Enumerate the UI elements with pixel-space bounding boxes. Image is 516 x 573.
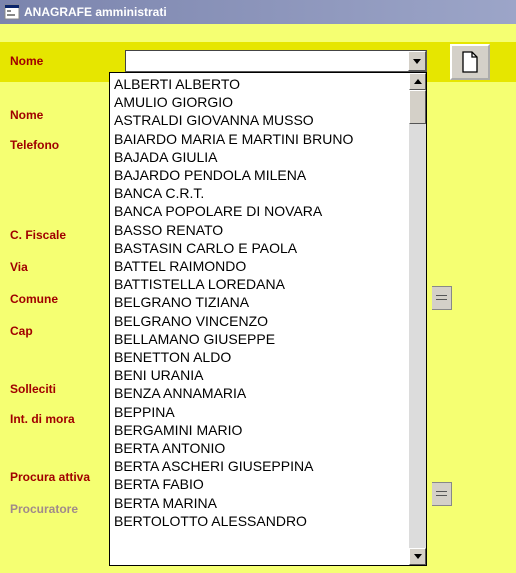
dropdown-item[interactable]: BATTEL RAIMONDO <box>114 257 409 275</box>
label-solleciti: Solleciti <box>10 382 56 396</box>
chevron-up-icon <box>414 79 422 84</box>
label-int-mora: Int. di mora <box>10 412 75 426</box>
dropdown-item[interactable]: BERTA FABIO <box>114 475 409 493</box>
dropdown-list-container: ALBERTI ALBERTOAMULIO GIORGIOASTRALDI GI… <box>110 73 409 565</box>
dropdown-item[interactable]: BATTISTELLA LOREDANA <box>114 275 409 293</box>
dropdown-item[interactable]: BERTOLOTTO ALESSANDRO <box>114 512 409 530</box>
dropdown-item[interactable]: BAJADA GIULIA <box>114 148 409 166</box>
dropdown-item[interactable]: BELGRANO VINCENZO <box>114 312 409 330</box>
scroll-down-button[interactable] <box>409 548 426 565</box>
dropdown-item[interactable]: BANCA C.R.T. <box>114 184 409 202</box>
label-cap: Cap <box>10 324 33 338</box>
document-icon <box>461 51 479 73</box>
dropdown-item[interactable]: BAIARDO MARIA E MARTINI BRUNO <box>114 130 409 148</box>
dropdown-item[interactable]: BASTASIN CARLO E PAOLA <box>114 239 409 257</box>
dropdown-item[interactable]: BEPPINA <box>114 403 409 421</box>
label-via: Via <box>10 260 28 274</box>
side-tab-2[interactable] <box>432 482 452 506</box>
form-icon <box>4 4 20 20</box>
chevron-down-icon <box>413 59 421 64</box>
dropdown-item[interactable]: BERTA ASCHERI GIUSEPPINA <box>114 457 409 475</box>
scroll-thumb[interactable] <box>409 90 426 124</box>
combobox-dropdown-button[interactable] <box>408 51 426 71</box>
dropdown-item[interactable]: BENI URANIA <box>114 366 409 384</box>
dropdown-item[interactable]: BELLAMANO GIUSEPPE <box>114 330 409 348</box>
label-comune: Comune <box>10 292 58 306</box>
scroll-up-button[interactable] <box>409 73 426 90</box>
new-record-button[interactable] <box>450 44 490 80</box>
dropdown-item[interactable]: BERTA MARINA <box>114 494 409 512</box>
label-nome: Nome <box>10 108 43 122</box>
window-title: ANAGRAFE amministrati <box>24 5 167 19</box>
label-cfiscale: C. Fiscale <box>10 228 66 242</box>
chevron-down-icon <box>414 554 422 559</box>
label-telefono: Telefono <box>10 138 59 152</box>
side-tab-1[interactable] <box>432 286 452 310</box>
label-procura-attiva: Procura attiva <box>10 470 90 484</box>
dropdown-item[interactable]: BENZA ANNAMARIA <box>114 384 409 402</box>
label-nome-top: Nome <box>10 54 43 68</box>
dropdown-scrollbar[interactable] <box>409 73 426 565</box>
nome-combobox[interactable] <box>125 50 427 72</box>
dropdown-item[interactable]: BERTA ANTONIO <box>114 439 409 457</box>
nome-dropdown-list: ALBERTI ALBERTOAMULIO GIORGIOASTRALDI GI… <box>109 72 427 566</box>
label-procuratore: Procuratore <box>10 502 78 516</box>
dropdown-item[interactable]: BELGRANO TIZIANA <box>114 293 409 311</box>
dropdown-item[interactable]: AMULIO GIORGIO <box>114 93 409 111</box>
dropdown-item[interactable]: BAJARDO PENDOLA MILENA <box>114 166 409 184</box>
form-content: Nome Nome Telefono C. Fiscale Via Comune… <box>0 24 516 573</box>
dropdown-item[interactable]: BERGAMINI MARIO <box>114 421 409 439</box>
nome-input[interactable] <box>126 51 408 71</box>
dropdown-item[interactable]: BANCA POPOLARE DI NOVARA <box>114 202 409 220</box>
titlebar: ANAGRAFE amministrati <box>0 0 516 24</box>
dropdown-item[interactable]: BENETTON ALDO <box>114 348 409 366</box>
dropdown-item[interactable]: ALBERTI ALBERTO <box>114 75 409 93</box>
dropdown-item[interactable]: BASSO RENATO <box>114 221 409 239</box>
dropdown-item[interactable]: ASTRALDI GIOVANNA MUSSO <box>114 111 409 129</box>
